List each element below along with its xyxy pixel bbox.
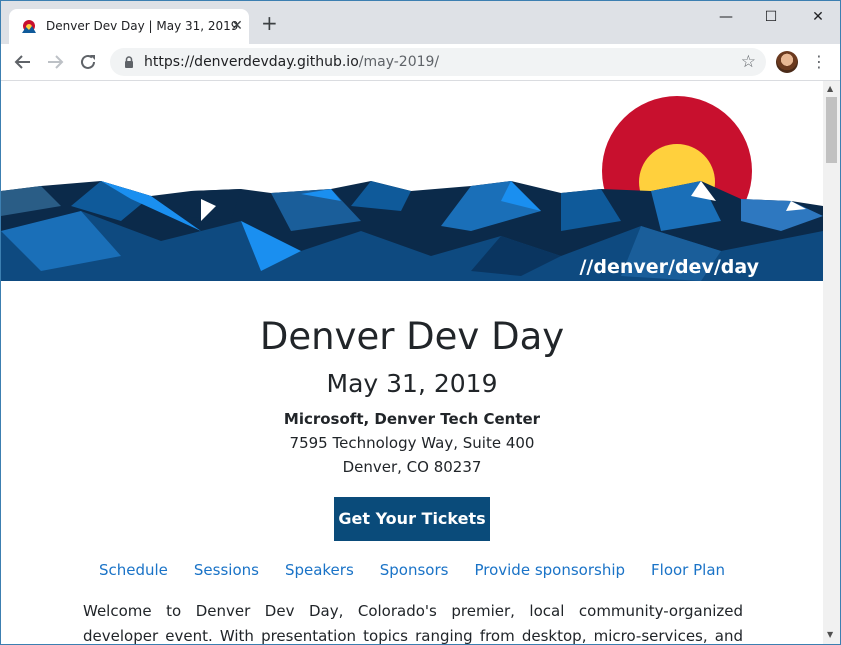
tab-title: Denver Dev Day | May 31, 2019	[46, 19, 239, 33]
window-close-button[interactable]: ✕	[803, 7, 833, 27]
browser-window: Denver Dev Day | May 31, 2019 ✕ + — ☐ ✕ …	[0, 0, 841, 645]
address-bar[interactable]: https://denverdevday.github.io/may-2019/…	[110, 48, 766, 76]
nav-link-floor-plan[interactable]: Floor Plan	[651, 561, 725, 579]
scroll-thumb[interactable]	[826, 97, 837, 163]
get-tickets-button[interactable]: Get Your Tickets	[334, 497, 490, 541]
nav-link-sponsors[interactable]: Sponsors	[380, 561, 449, 579]
browser-toolbar: https://denverdevday.github.io/may-2019/…	[1, 44, 840, 81]
banner-tagline: //denver/dev/day	[579, 256, 759, 278]
profile-avatar[interactable]	[776, 51, 798, 73]
vertical-scrollbar[interactable]: ▲ ▼	[823, 81, 840, 644]
scroll-down-arrow-icon[interactable]: ▼	[827, 630, 833, 639]
new-tab-button[interactable]: +	[261, 13, 278, 33]
scroll-up-arrow-icon[interactable]: ▲	[827, 84, 833, 93]
browser-menu-icon[interactable]: ⋮	[811, 50, 827, 74]
nav-link-sessions[interactable]: Sessions	[194, 561, 259, 579]
intro-paragraph: Welcome to Denver Dev Day, Colorado's pr…	[83, 602, 743, 644]
maximize-button[interactable]: ☐	[756, 7, 786, 27]
site-favicon-icon	[22, 20, 36, 33]
bookmark-star-icon[interactable]: ☆	[741, 52, 756, 72]
forward-icon[interactable]	[43, 50, 67, 74]
event-date: May 31, 2019	[326, 369, 498, 398]
hero-banner	[1, 81, 823, 281]
url-host: https://denverdevday.github.io	[144, 54, 359, 70]
nav-link-provide-sponsorship[interactable]: Provide sponsorship	[474, 561, 625, 579]
tab-close-icon[interactable]: ✕	[229, 16, 245, 36]
url-path: /may-2019/	[358, 54, 440, 70]
reload-icon[interactable]	[76, 50, 100, 74]
browser-tab[interactable]: Denver Dev Day | May 31, 2019 ✕	[9, 9, 249, 44]
event-venue: Microsoft, Denver Tech Center	[283, 410, 541, 428]
lock-icon	[125, 56, 133, 68]
address-line-2: Denver, CO 80237	[342, 458, 482, 476]
section-nav: Schedule Sessions Speakers Sponsors Provide …	[1, 561, 823, 579]
address-line-1: 7595 Technology Way, Suite 400	[289, 434, 535, 452]
page-viewport: //denver/dev/day Denver Dev Day May 31, …	[1, 81, 823, 644]
url-text: https://denverdevday.github.io/may-2019/	[144, 54, 439, 70]
tab-strip: Denver Dev Day | May 31, 2019 ✕ + — ☐ ✕	[1, 1, 840, 44]
nav-link-speakers[interactable]: Speakers	[285, 561, 354, 579]
nav-link-schedule[interactable]: Schedule	[99, 561, 168, 579]
minimize-button[interactable]: —	[711, 7, 741, 27]
event-title: Denver Dev Day	[259, 315, 565, 358]
back-icon[interactable]	[11, 50, 35, 74]
